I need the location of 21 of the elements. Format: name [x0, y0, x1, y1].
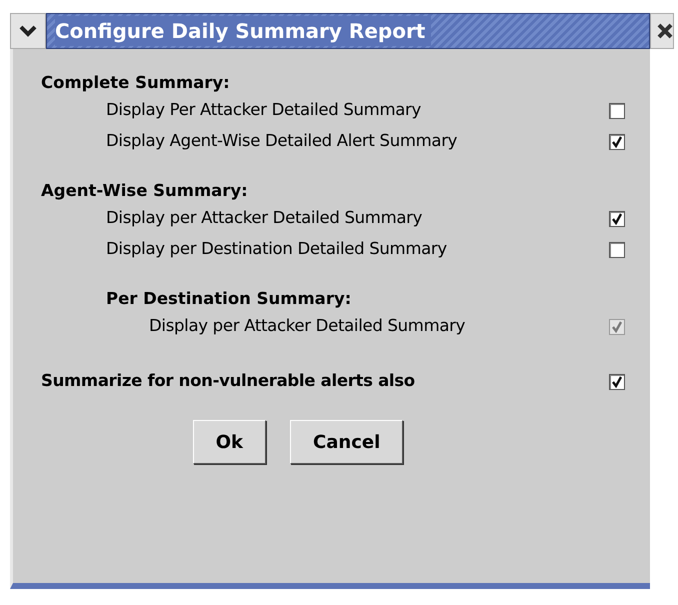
checkbox-label: Display per Attacker Detailed Summary — [149, 315, 466, 338]
section-heading: Agent-Wise Summary: — [41, 180, 249, 202]
checkbox-label: Display per Destination Detailed Summary — [106, 238, 447, 260]
dialog-button[interactable]: Cancel — [290, 420, 404, 464]
checkbox-label: Summarize for non-vulnerable alerts also — [41, 370, 415, 392]
section-heading: Per Destination Summary: — [105, 288, 352, 310]
close-button[interactable] — [650, 13, 674, 49]
checkbox-label: Display Per Attacker Detailed Summary — [106, 99, 421, 122]
window-title: Configure Daily Summary Report — [55, 16, 432, 46]
chevron-down-icon — [19, 25, 37, 37]
checkbox[interactable] — [609, 210, 625, 226]
checkbox[interactable] — [609, 374, 625, 390]
checkbox[interactable] — [609, 134, 625, 150]
checkbox[interactable] — [609, 102, 625, 118]
checkbox-label: Display Agent-Wise Detailed Alert Summary — [106, 130, 458, 152]
close-icon — [657, 23, 673, 39]
window-menu-button[interactable] — [10, 13, 46, 49]
checkbox[interactable] — [609, 242, 625, 258]
checkbox-label: Display per Attacker Detailed Summary — [106, 207, 422, 230]
dialog-button[interactable]: Ok — [192, 420, 266, 464]
section-heading: Complete Summary: — [41, 72, 231, 94]
